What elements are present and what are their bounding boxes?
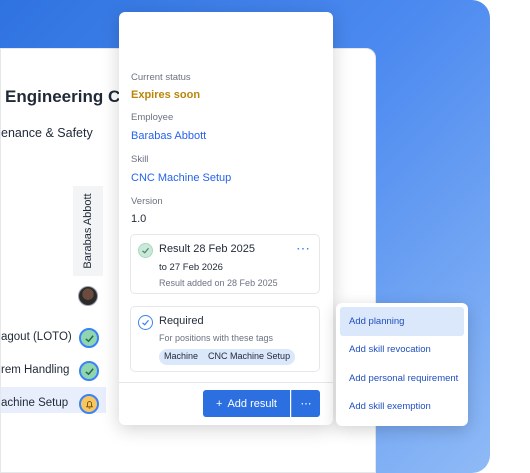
check-icon bbox=[84, 367, 94, 375]
tag-chip: CNC Machine Setup bbox=[208, 351, 291, 361]
skill-status-valid-button[interactable] bbox=[79, 361, 99, 381]
skill-link[interactable]: CNC Machine Setup bbox=[131, 172, 231, 184]
status-label: Current status bbox=[131, 72, 191, 83]
result-added-date: Result added on 28 Feb 2025 bbox=[159, 278, 278, 288]
skill-status-expiring-button[interactable] bbox=[79, 394, 99, 414]
more-actions-button[interactable]: ⋯ bbox=[291, 390, 320, 417]
result-card: Result 28 Feb 2025 to 27 Feb 2026 Result… bbox=[130, 234, 320, 294]
skill-status-valid-button[interactable] bbox=[79, 328, 99, 348]
result-title: Result 28 Feb 2025 bbox=[159, 243, 256, 255]
requirement-title: Required bbox=[159, 315, 204, 327]
skill-label: Skill bbox=[131, 154, 149, 165]
status-value: Expires soon bbox=[131, 89, 201, 101]
result-more-button[interactable]: ⋯ bbox=[296, 240, 311, 257]
result-end-date: to 27 Feb 2026 bbox=[159, 262, 223, 273]
footer-divider bbox=[119, 382, 333, 383]
more-actions-menu: Add planning Add skill revocation Add pe… bbox=[336, 303, 468, 426]
employee-avatar bbox=[78, 286, 98, 306]
skill-row-label[interactable]: rem Handling bbox=[1, 364, 69, 376]
department-name: enance & Safety bbox=[1, 126, 93, 140]
employee-column-header[interactable]: Barabas Abbott bbox=[73, 186, 103, 276]
menu-item-add-skill-exemption[interactable]: Add skill exemption bbox=[340, 393, 464, 422]
bell-icon bbox=[85, 400, 93, 409]
skill-details-popover: Current status Expires soon Employee Bar… bbox=[119, 12, 333, 425]
position-tags: Machine CNC Machine Setup bbox=[159, 349, 296, 365]
menu-item-add-planning[interactable]: Add planning bbox=[340, 307, 464, 336]
version-label: Version bbox=[131, 196, 163, 207]
company-name: Engineering Co. bbox=[5, 87, 136, 106]
add-result-label: Add result bbox=[227, 397, 277, 410]
menu-item-add-personal-requirement[interactable]: Add personal requirement bbox=[340, 364, 464, 393]
employee-column-name: Barabas Abbott bbox=[82, 193, 94, 269]
plus-icon: + bbox=[216, 397, 223, 410]
employee-link[interactable]: Barabas Abbott bbox=[131, 130, 206, 142]
add-result-button[interactable]: + Add result bbox=[203, 390, 290, 417]
check-circle-icon bbox=[138, 243, 153, 258]
skill-row-label[interactable]: agout (LOTO) bbox=[1, 331, 72, 343]
requirement-subtitle: For positions with these tags bbox=[159, 333, 274, 343]
version-value: 1.0 bbox=[131, 213, 147, 225]
requirement-card: Required For positions with these tags M… bbox=[130, 306, 320, 372]
menu-item-add-skill-revocation[interactable]: Add skill revocation bbox=[340, 336, 464, 365]
skill-row-label[interactable]: achine Setup bbox=[1, 397, 68, 409]
check-icon bbox=[84, 334, 94, 342]
tag-chip: Machine bbox=[164, 351, 199, 361]
employee-label: Employee bbox=[131, 112, 174, 123]
check-circle-icon bbox=[138, 315, 153, 330]
